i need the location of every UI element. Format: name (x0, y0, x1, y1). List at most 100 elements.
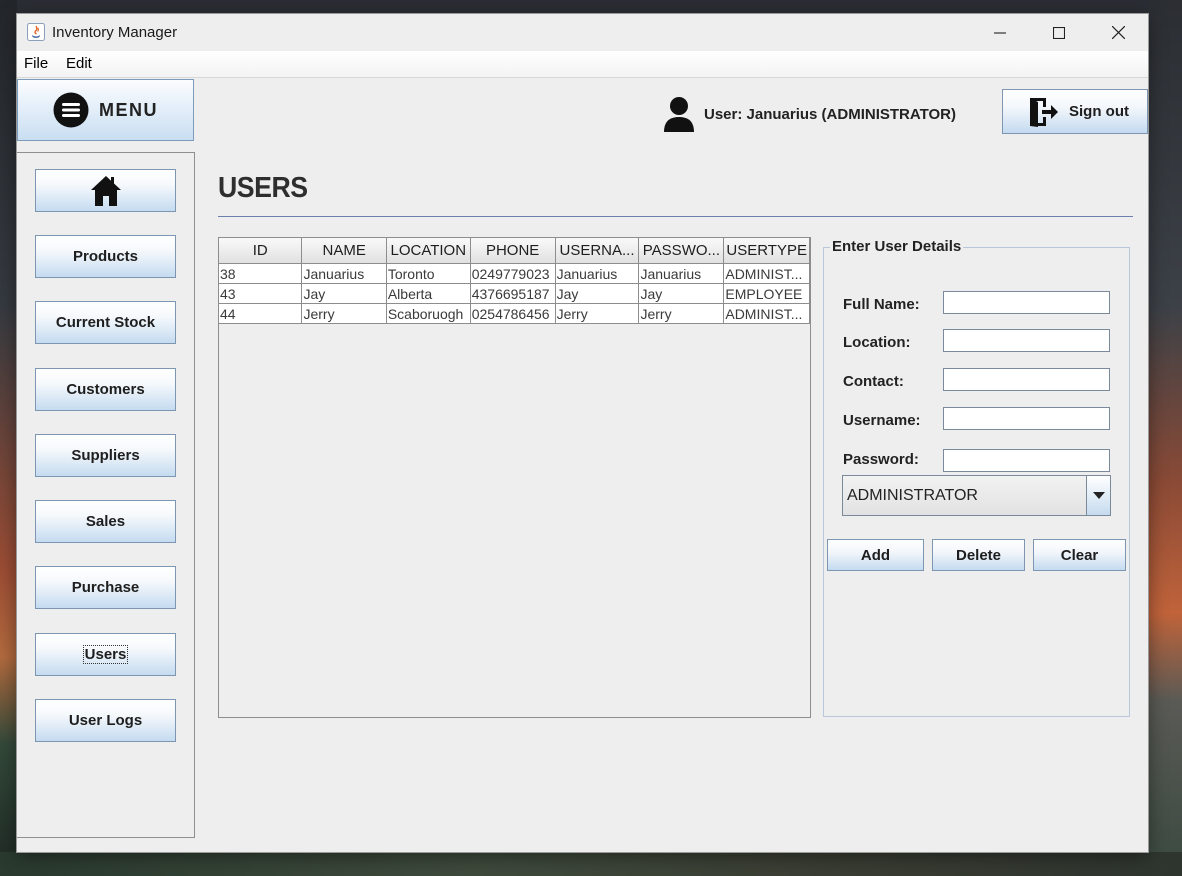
add-button-label: Add (860, 546, 891, 564)
sidebar-item-user-logs[interactable]: User Logs (35, 699, 176, 742)
minimize-button[interactable] (971, 14, 1029, 51)
sidebar-item-label: Suppliers (71, 447, 140, 464)
sidebar-item-label: Current Stock (55, 314, 156, 331)
cell-location: Toronto (385, 263, 471, 284)
cell-id: 44 (219, 303, 303, 324)
column-header-name[interactable]: NAME (301, 238, 387, 264)
users-table-grid: ID NAME LOCATION PHONE USERNA... PASSWO.… (219, 238, 810, 324)
sidebar-item-label: Sales (85, 513, 126, 530)
menu-toggle-button[interactable]: MENU (17, 79, 194, 141)
menu-edit[interactable]: Edit (66, 55, 92, 72)
cell-name: Jay (301, 283, 387, 304)
close-window-button[interactable] (1089, 14, 1147, 51)
maximize-icon (1053, 26, 1065, 39)
user-details-panel: Enter User Details Full Name: Location: … (823, 238, 1130, 717)
cell-password: Jay (638, 283, 725, 304)
java-app-icon (27, 23, 45, 41)
sidebar-item-users[interactable]: Users (35, 633, 176, 676)
username-field[interactable] (943, 407, 1110, 430)
menu-bar: File Edit (17, 51, 1148, 78)
sidebar-item-label: Products (72, 248, 138, 265)
desktop-background-bottom (0, 852, 1182, 876)
password-label: Password: (843, 451, 919, 468)
minimize-icon (994, 31, 1006, 34)
sidebar: Products Current Stock Customers Supplie… (17, 152, 195, 838)
chevron-down-icon (1092, 492, 1105, 499)
desktop-background-right (1148, 0, 1182, 876)
sign-out-icon (1030, 97, 1058, 127)
cell-location: Alberta (385, 283, 471, 304)
maximize-button[interactable] (1030, 14, 1088, 51)
sidebar-item-current-stock[interactable]: Current Stock (35, 301, 176, 344)
user-details-legend: Enter User Details (830, 238, 964, 255)
users-table[interactable]: ID NAME LOCATION PHONE USERNA... PASSWO.… (218, 237, 811, 718)
clear-button[interactable]: Clear (1033, 539, 1126, 571)
sidebar-item-suppliers[interactable]: Suppliers (35, 434, 176, 477)
sidebar-item-label: Users (82, 645, 129, 664)
sidebar-item-label: Purchase (71, 579, 140, 596)
app-window: Inventory Manager File Edit MENU Product… (17, 14, 1148, 852)
sidebar-item-customers[interactable]: Customers (35, 368, 176, 411)
column-header-username[interactable]: USERNA... (554, 238, 640, 264)
menu-file[interactable]: File (24, 55, 48, 72)
sidebar-item-sales[interactable]: Sales (35, 500, 176, 543)
cell-username: Jay (554, 283, 640, 304)
delete-button[interactable]: Delete (932, 539, 1025, 571)
location-label: Location: (843, 334, 911, 351)
cell-phone: 0254786456 (469, 303, 556, 324)
cell-usertype: ADMINIST... (723, 263, 810, 284)
cell-usertype: EMPLOYEE (723, 283, 810, 304)
username-label: Username: (843, 412, 921, 429)
sidebar-item-label: Customers (66, 381, 145, 398)
column-header-password[interactable]: PASSWO... (638, 238, 725, 264)
usertype-dropdown-button[interactable] (1086, 476, 1110, 515)
sign-out-button[interactable]: Sign out (1002, 89, 1148, 134)
cell-name: Januarius (301, 263, 387, 284)
column-header-id[interactable]: ID (219, 238, 303, 264)
column-header-location[interactable]: LOCATION (385, 238, 471, 264)
sidebar-item-products[interactable]: Products (35, 235, 176, 278)
cell-usertype: ADMINIST... (723, 303, 810, 324)
home-icon (90, 175, 121, 206)
cell-id: 38 (219, 263, 303, 284)
cell-username: Jerry (554, 303, 640, 324)
table-row[interactable]: 44 Jerry Scaboruogh 0254786456 Jerry Jer… (219, 303, 810, 324)
cell-location: Scaboruogh (385, 303, 471, 324)
cell-phone: 0249779023 (469, 263, 556, 284)
current-user-label: User: Januarius (ADMINISTRATOR) (704, 105, 956, 123)
column-header-usertype[interactable]: USERTYPE (723, 238, 810, 264)
column-header-phone[interactable]: PHONE (469, 238, 556, 264)
full-name-field[interactable] (943, 291, 1110, 314)
cell-password: Jerry (638, 303, 725, 324)
table-row[interactable]: 38 Januarius Toronto 0249779023 Januariu… (219, 263, 810, 284)
sidebar-item-home[interactable] (35, 169, 176, 212)
title-divider (218, 216, 1133, 217)
window-title: Inventory Manager (52, 24, 178, 41)
delete-button-label: Delete (955, 546, 1002, 564)
title-bar: Inventory Manager (17, 14, 1148, 51)
usertype-selected-value: ADMINISTRATOR (847, 487, 978, 504)
add-button[interactable]: Add (827, 539, 924, 571)
clear-button-label: Clear (1060, 546, 1099, 564)
user-icon (664, 97, 694, 132)
contact-label: Contact: (843, 373, 904, 390)
page-title: USERS (218, 172, 308, 204)
location-field[interactable] (943, 329, 1110, 352)
table-row[interactable]: 43 Jay Alberta 4376695187 Jay Jay EMPLOY… (219, 283, 810, 304)
cell-id: 43 (219, 283, 303, 304)
hamburger-menu-icon (53, 92, 89, 128)
full-name-label: Full Name: (843, 296, 920, 313)
table-header-row: ID NAME LOCATION PHONE USERNA... PASSWO.… (219, 238, 810, 264)
sidebar-item-purchase[interactable]: Purchase (35, 566, 176, 609)
menu-label: MENU (99, 99, 158, 120)
sidebar-item-label: User Logs (68, 712, 143, 729)
cell-name: Jerry (301, 303, 387, 324)
current-user-info: User: Januarius (ADMINISTRATOR) (662, 96, 956, 132)
cell-password: Januarius (638, 263, 725, 284)
cell-phone: 4376695187 (469, 283, 556, 304)
password-field[interactable] (943, 449, 1110, 472)
contact-field[interactable] (943, 368, 1110, 391)
sign-out-label: Sign out (1069, 103, 1129, 120)
usertype-select[interactable]: ADMINISTRATOR (842, 475, 1111, 516)
desktop-background-left (0, 0, 17, 876)
